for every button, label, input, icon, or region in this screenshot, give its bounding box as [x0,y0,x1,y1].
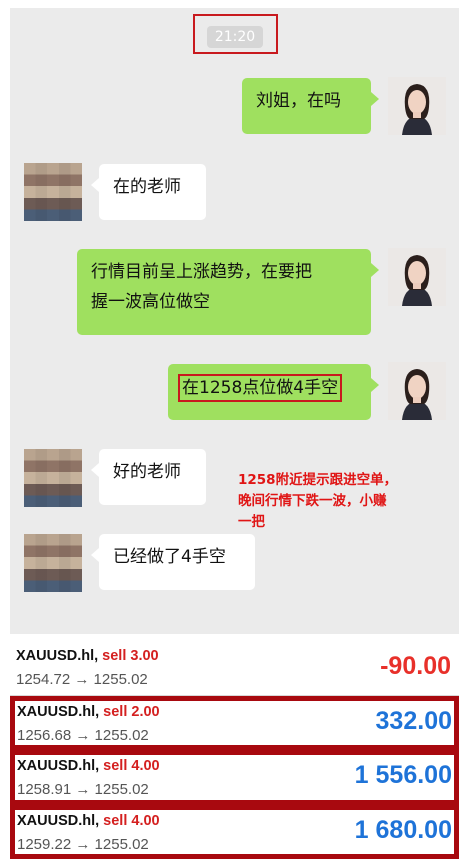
trade-side: sell 4.00 [103,813,160,829]
trade-symbol-name: XAUUSD.hl, [16,648,99,664]
annotation-line-3: 一把 [238,514,265,530]
message-bubble-contact[interactable]: 在的老师 [91,164,206,220]
annotation-line-2: 晚间行情下跌一波，小赚 [238,493,387,509]
trade-profit: -90.00 [380,652,451,680]
message-bubble-self[interactable]: 在1258点位做4手空 [168,364,379,420]
trade-row[interactable]: XAUUSD.hl, sell 3.00 1254.72 → 1255.02 -9… [10,640,459,696]
avatar-self-portrait [388,362,446,420]
annotation-line-1: 1258附近提示跟进空单， [238,472,398,488]
trade-symbol-name: XAUUSD.hl, [17,704,100,720]
trade-row-highlighted[interactable]: XAUUSD.hl, sell 4.00 1259.22 → 1255.02 1 … [10,805,459,859]
avatar-self[interactable] [388,248,446,306]
trade-prices: 1258.91 → 1255.02 [17,781,149,798]
trade-side: sell 3.00 [102,648,159,664]
message-text-line-1: 行情目前呈上涨趋势，在要把 [91,262,312,282]
trade-symbol-name: XAUUSD.hl, [17,758,100,774]
avatar-self-portrait [388,77,446,135]
trade-profit: 1 556.00 [354,761,452,789]
trade-symbol: XAUUSD.hl, sell 4.00 [17,758,160,774]
avatar-contact[interactable] [24,163,82,221]
trade-prices: 1256.68 → 1255.02 [17,727,149,744]
avatar-self[interactable] [388,77,446,135]
message-bubble-contact[interactable]: 好的老师 [91,449,206,505]
trade-prices: 1254.72 → 1255.02 [16,671,148,688]
avatar-self[interactable] [388,362,446,420]
trade-profit: 332.00 [375,707,452,735]
trade-symbol: XAUUSD.hl, sell 2.00 [17,704,160,720]
message-text: 好的老师 [113,462,181,482]
avatar-contact[interactable] [24,449,82,507]
trade-row-highlighted[interactable]: XAUUSD.hl, sell 2.00 1256.68 → 1255.02 33… [10,696,459,750]
avatar-self-portrait [388,248,446,306]
trade-side: sell 2.00 [103,704,160,720]
chat-panel: 21:20 刘姐，在吗 在的老师 行情目前呈上涨趋势，在要把 握一波高位做空 在… [10,8,459,634]
avatar-contact[interactable] [24,534,82,592]
trade-row-highlighted[interactable]: XAUUSD.hl, sell 4.00 1258.91 → 1255.02 1 … [10,750,459,805]
trade-symbol-name: XAUUSD.hl, [17,813,100,829]
message-text-highlighted: 在1258点位做4手空 [178,374,343,402]
timestamp: 21:20 [207,26,263,48]
trade-side: sell 4.00 [103,758,160,774]
trade-symbol: XAUUSD.hl, sell 4.00 [17,813,160,829]
timestamp-highlight-box: 21:20 [193,14,278,54]
message-bubble-self[interactable]: 刘姐，在吗 [242,78,379,134]
trade-prices: 1259.22 → 1255.02 [17,836,149,853]
trade-profit: 1 680.00 [354,816,452,844]
message-text: 在的老师 [113,177,181,197]
message-text: 刘姐，在吗 [256,91,341,111]
trade-symbol: XAUUSD.hl, sell 3.00 [16,648,159,664]
message-text: 已经做了4手空 [113,547,226,567]
message-bubble-contact[interactable]: 已经做了4手空 [91,534,255,590]
trade-list: XAUUSD.hl, sell 3.00 1254.72 → 1255.02 -9… [10,640,459,859]
annotation-note: 1258附近提示跟进空单， 晚间行情下跌一波，小赚 一把 [238,470,443,533]
message-text-line-2: 握一波高位做空 [91,292,210,312]
message-bubble-self[interactable]: 行情目前呈上涨趋势，在要把 握一波高位做空 [77,249,379,335]
